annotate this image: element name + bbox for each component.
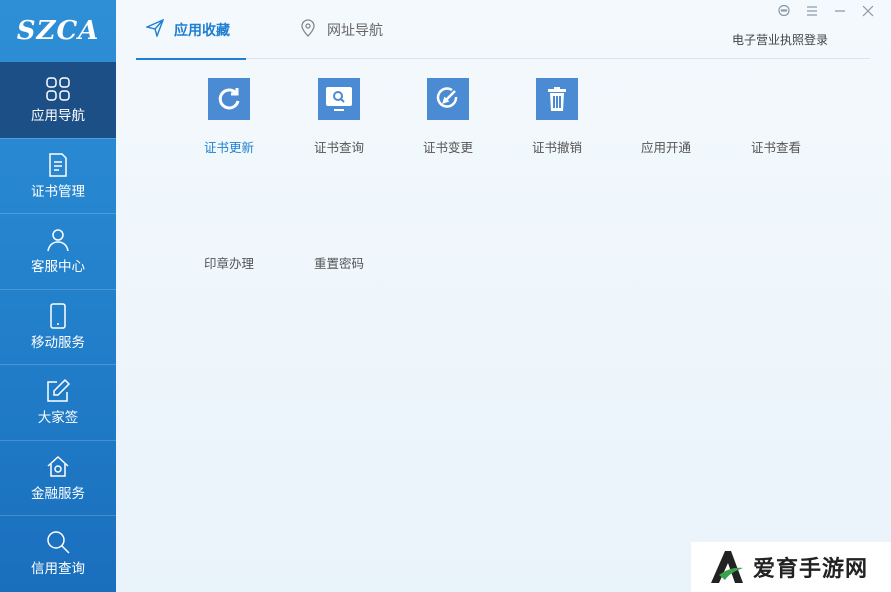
sidebar-item-customer-service[interactable]: 客服中心 [0, 213, 116, 289]
phone-icon [50, 303, 66, 329]
sidebar-item-label: 金融服务 [31, 485, 85, 502]
app-cert-view[interactable]: 证书查看 [726, 140, 826, 156]
app-label: 印章办理 [203, 256, 254, 271]
app-cert-query[interactable]: 证书查询 [289, 78, 389, 156]
tab-favorites[interactable]: 应用收藏 [136, 19, 246, 60]
user-icon [47, 229, 69, 252]
grid-icon [46, 77, 70, 101]
refresh-icon [208, 78, 250, 120]
search-icon [47, 531, 70, 554]
app-cert-renew[interactable]: 证书更新 [179, 78, 279, 156]
sidebar-item-label: 信用查询 [31, 561, 85, 578]
sidebar-item-label: 大家签 [37, 410, 79, 427]
szca-logo: SZCA [0, 0, 116, 62]
sidebar-item-cert-management[interactable]: 证书管理 [0, 137, 116, 214]
send-icon [146, 19, 164, 37]
watermark-logo-icon [711, 551, 743, 583]
app-label: 重置密码 [313, 256, 364, 271]
sidebar-item-mobile-service[interactable]: 移动服务 [0, 288, 116, 365]
sidebar-item-dajiaqian[interactable]: 大家签 [0, 364, 116, 440]
sidebar-item-finance[interactable]: 金融服务 [0, 439, 116, 516]
document-icon [49, 153, 67, 177]
home-icon [47, 455, 69, 477]
sidebar: SZCA 应用导航 证书管理 客服中心 移动服务 大家签 金融服务 信用查询 [0, 0, 116, 592]
app-label: 证书变更 [422, 140, 473, 155]
tab-label: 应用收藏 [174, 23, 230, 39]
sidebar-item-label: 移动服务 [31, 334, 85, 351]
sidebar-item-label: 应用导航 [31, 108, 85, 125]
logo-text: SZCA [16, 16, 100, 46]
tab-url-navigation[interactable]: 网址导航 [299, 19, 383, 59]
sidebar-item-credit-query[interactable]: 信用查询 [0, 515, 116, 591]
watermark: 爱育手游网 [691, 542, 891, 592]
app-seal-processing[interactable]: 印章办理 [179, 256, 279, 272]
tab-bar: 应用收藏 网址导航 [136, 0, 870, 60]
app-cert-change[interactable]: 证书变更 [398, 78, 498, 156]
app-label: 证书查询 [313, 140, 364, 155]
watermark-text: 爱育手游网 [753, 557, 869, 582]
sidebar-item-app-nav[interactable]: 应用导航 [0, 62, 116, 138]
trash-icon [536, 78, 578, 120]
app-cert-revoke[interactable]: 证书撤销 [507, 78, 607, 156]
edit-icon [47, 379, 71, 402]
location-icon [301, 19, 315, 37]
monitor-search-icon [318, 78, 360, 120]
tab-label: 网址导航 [327, 23, 383, 39]
sidebar-item-label: 证书管理 [31, 183, 85, 200]
main-panel: 电子营业执照登录 应用收藏 网址导航 证书更新 证书查询 证书变更 证书撤销 应… [116, 0, 891, 592]
change-icon [427, 78, 469, 120]
app-open-service[interactable]: 应用开通 [616, 140, 716, 156]
sidebar-item-label: 客服中心 [31, 259, 85, 276]
app-label: 应用开通 [640, 140, 691, 155]
app-label: 证书查看 [750, 140, 801, 155]
app-label: 证书撤销 [531, 140, 582, 155]
app-label: 证书更新 [203, 140, 254, 155]
app-reset-password[interactable]: 重置密码 [289, 256, 389, 272]
